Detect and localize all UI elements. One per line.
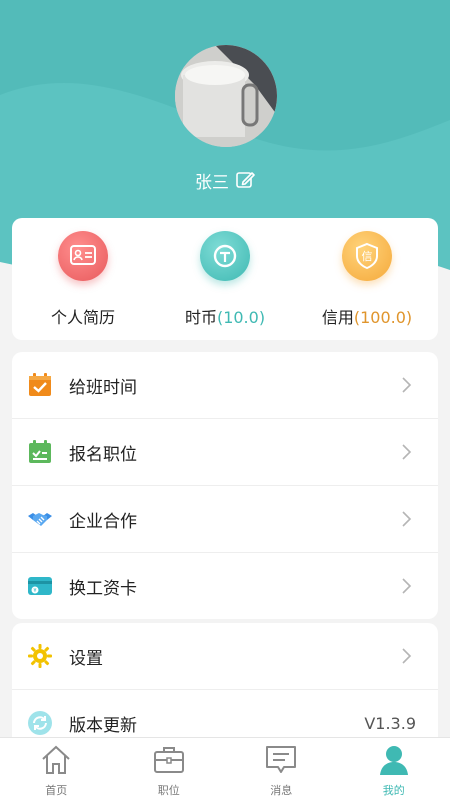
tab-home[interactable]: 首页 (0, 738, 113, 801)
calendar-check-icon (28, 373, 52, 397)
chevron-right-icon (402, 377, 412, 393)
time-coin-icon (200, 231, 250, 281)
home-icon (40, 744, 72, 776)
avatar-photo (175, 45, 277, 147)
menu-label-cooperation: 企业合作 (69, 507, 137, 532)
menu-label-schedule: 给班时间 (69, 373, 137, 398)
stat-label-credit: 信用(100.0) (296, 304, 438, 328)
menu-item-schedule[interactable]: 给班时间 (12, 352, 438, 419)
credit-shield-icon: 信 (342, 231, 392, 281)
edit-icon[interactable] (235, 170, 255, 190)
chevron-right-icon (402, 648, 412, 664)
tab-label-messages: 消息 (225, 782, 338, 798)
menu-label-version-update: 版本更新 (69, 711, 137, 736)
tab-label-mine: 我的 (338, 782, 450, 798)
menu-item-apply-jobs[interactable]: 报名职位 (12, 419, 438, 486)
briefcase-icon (153, 744, 185, 776)
stat-resume[interactable]: 个人简历 (12, 218, 154, 340)
menu-label-settings: 设置 (69, 644, 103, 669)
chevron-right-icon (402, 444, 412, 460)
menu-item-cooperation[interactable]: 企业合作 (12, 486, 438, 553)
menu-item-payroll-card[interactable]: ¥ 换工资卡 (12, 553, 438, 619)
tab-label-jobs: 职位 (113, 782, 226, 798)
resume-card-icon (58, 231, 108, 281)
tab-messages[interactable]: 消息 (225, 738, 338, 801)
person-icon (378, 744, 410, 776)
stat-label-resume: 个人简历 (12, 304, 154, 328)
tab-jobs[interactable]: 职位 (113, 738, 226, 801)
chevron-right-icon (402, 511, 412, 527)
avatar[interactable] (175, 45, 277, 147)
tab-mine[interactable]: 我的 (338, 738, 450, 801)
message-icon (265, 744, 297, 776)
clipboard-signup-icon (28, 440, 52, 464)
handshake-icon (28, 507, 52, 531)
menu-label-apply-jobs: 报名职位 (69, 440, 137, 465)
menu-card-primary: 给班时间 报名职位 (12, 352, 438, 619)
username: 张三 (195, 168, 229, 193)
svg-text:信: 信 (362, 250, 373, 263)
menu-item-settings[interactable]: 设置 (12, 623, 438, 690)
stat-time-coin[interactable]: 时币(10.0) (154, 218, 296, 340)
stat-credit[interactable]: 信 信用(100.0) (296, 218, 438, 340)
wallet-card-icon: ¥ (28, 574, 52, 598)
chevron-right-icon (402, 578, 412, 594)
stats-card: 个人简历 时币(10.0) 信 信用(100.0) (12, 218, 438, 340)
bottom-tab-bar: 首页 职位 消息 我的 (0, 737, 450, 801)
gear-icon (28, 644, 52, 668)
stat-label-time-coin: 时币(10.0) (154, 304, 296, 328)
tab-label-home: 首页 (0, 782, 113, 798)
username-row: 张三 (0, 166, 450, 194)
svg-text:¥: ¥ (33, 588, 36, 594)
menu-label-payroll-card: 换工资卡 (69, 574, 137, 599)
version-number: V1.3.9 (364, 714, 416, 733)
refresh-icon (28, 711, 52, 735)
